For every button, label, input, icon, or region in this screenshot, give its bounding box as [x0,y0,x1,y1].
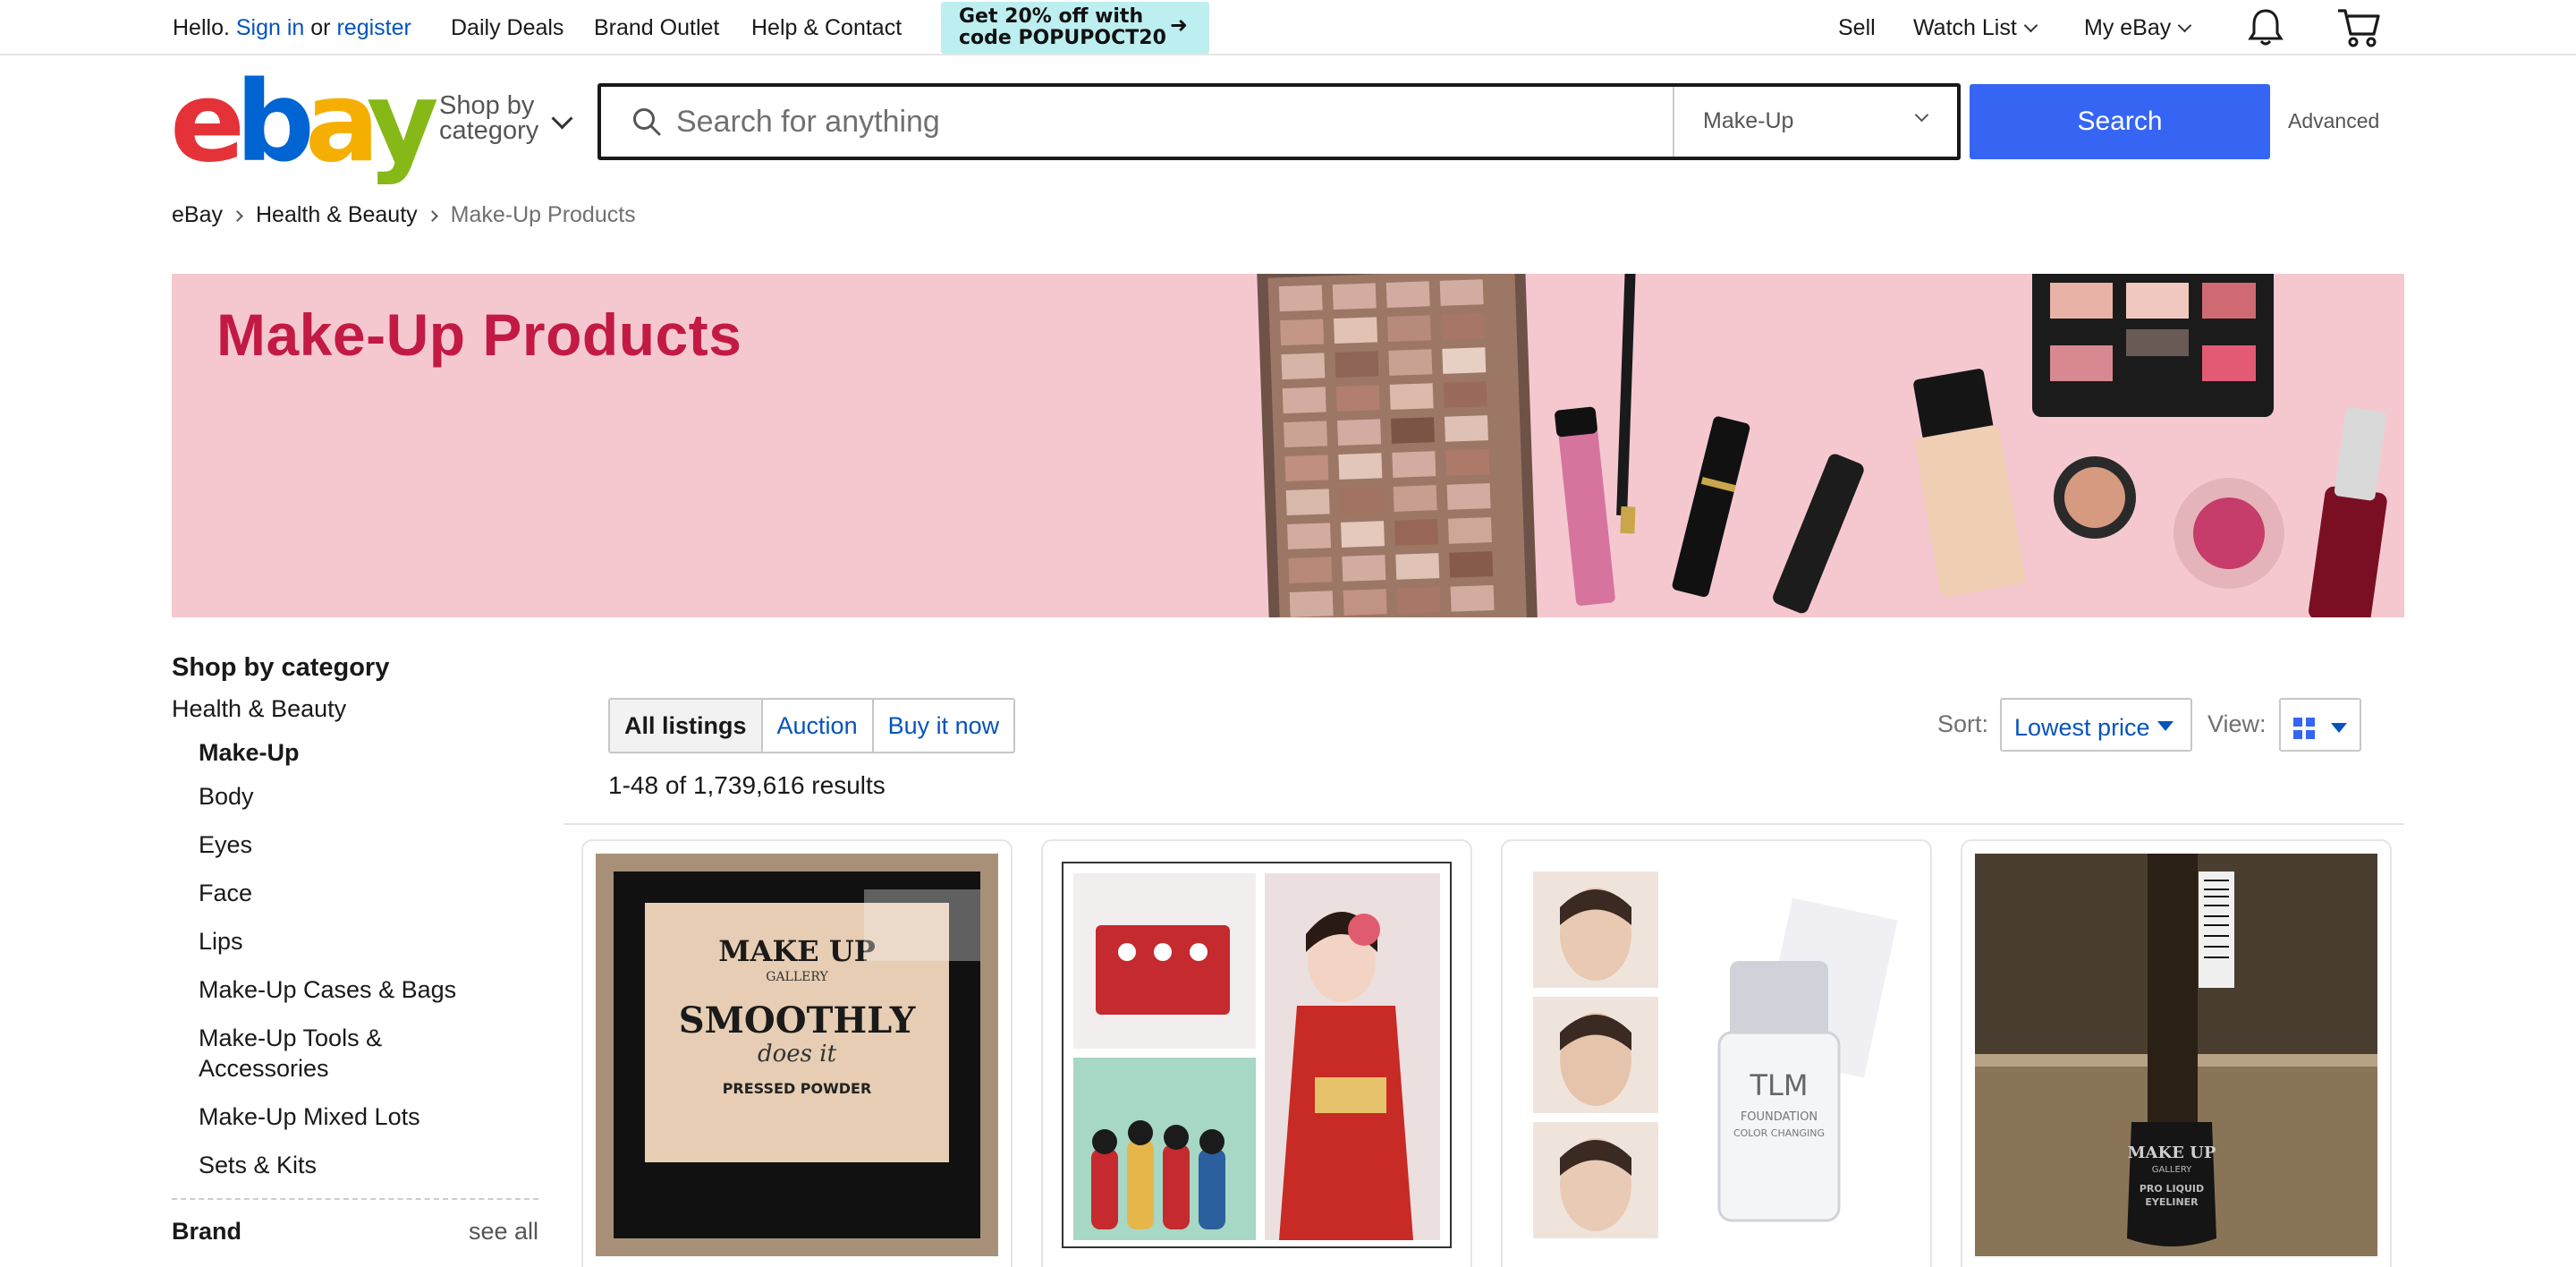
brand-heading: Brand [172,1218,242,1245]
watch-list-menu[interactable]: Watch List [1913,14,2038,41]
product-card[interactable]: MAKE UP GALLERY SMOOTHLY does it PRESSED… [581,839,1013,1267]
sidebar-heading: Shop by category [172,653,390,682]
sidebar-item-cases-bags[interactable]: Make-Up Cases & Bags [172,974,538,1005]
view-label: View: [2207,710,2267,737]
arrow-right-icon: ➜ [1169,13,1188,38]
product-image-liquid-eyeliner: MAKE UP GALLERY PRO LIQUID EYELINER [1975,854,2377,1256]
or-text: or [310,15,331,40]
caret-down-icon [2331,723,2347,733]
sidebar-item-mixed-lots[interactable]: Make-Up Mixed Lots [172,1101,538,1132]
product-image-text: PRO LIQUID [2140,1183,2204,1195]
chevron-down-icon [2177,18,2192,33]
view-dropdown[interactable] [2279,698,2361,752]
product-image-text: MAKE UP [718,934,876,968]
product-image-text: COLOR CHANGING [1733,1127,1825,1139]
shop-by-category-button[interactable]: Shop by category [439,91,539,145]
breadcrumb-current: Make-Up Products [450,202,636,227]
hello-text: Hello. [173,15,230,40]
sidebar-item-face[interactable]: Face [172,878,538,908]
category-select[interactable]: Make-Up [1673,87,1957,157]
listing-type-tabs: All listings Auction Buy it now [608,698,1016,753]
see-all-link[interactable]: see all [469,1218,538,1246]
category-sidebar: Shop by category Health & Beauty Make-Up… [172,653,538,1246]
advanced-search-link[interactable]: Advanced [2288,109,2379,133]
help-contact-link[interactable]: Help & Contact [751,14,902,41]
sidebar-item-body[interactable]: Body [172,781,538,812]
tab-buy-it-now[interactable]: Buy it now [873,700,1014,752]
sidebar-item-sets-kits[interactable]: Sets & Kits [172,1150,538,1180]
breadcrumb-item-health-beauty[interactable]: Health & Beauty [256,202,418,227]
shop-by-line-1: Shop by [439,91,535,120]
greeting: Hello. Sign in or register [173,14,411,41]
chevron-right-icon [232,210,243,222]
search-input[interactable] [676,87,1642,157]
my-ebay-label: My eBay [2084,15,2172,40]
tab-auction[interactable]: Auction [762,700,874,752]
chevron-right-icon [426,210,438,222]
top-utility-bar: Hello. Sign in or register Daily Deals B… [0,0,2576,55]
sort-dropdown[interactable]: Lowest price [2000,698,2192,752]
product-image-text: MAKE UP [2128,1144,2216,1162]
product-image-tlm-foundation: TLM FOUNDATION COLOR CHANGING [1515,854,1918,1256]
product-image-text: EYELINER [2145,1196,2199,1208]
sidebar-item-eyes[interactable]: Eyes [172,829,538,860]
grid-view-icon [2293,718,2315,739]
category-banner: Make-Up Products [172,274,2404,617]
promo-banner[interactable]: Get 20% off with code POPUPOCT20 ➜ [941,2,1209,54]
search-bar: Make-Up [597,83,1961,160]
sidebar-item-tools-accessories[interactable]: Make-Up Tools & Accessories [172,1023,440,1084]
caret-down-icon [2157,721,2174,731]
sign-in-link[interactable]: Sign in [236,15,304,40]
brand-outlet-link[interactable]: Brand Outlet [594,14,719,41]
product-card[interactable]: TLM FOUNDATION COLOR CHANGING [1501,839,1932,1267]
breadcrumb-item-ebay[interactable]: eBay [172,202,223,227]
cart-icon[interactable] [2336,5,2381,48]
ebay-logo[interactable]: ebay [170,67,439,178]
chevron-down-icon[interactable] [551,107,573,130]
watch-list-label: Watch List [1913,15,2017,40]
search-icon [633,108,661,136]
product-image-text: FOUNDATION [1741,1110,1818,1124]
product-card[interactable] [1041,839,1472,1267]
chevron-down-icon [2023,18,2038,33]
results-count: 1-48 of 1,739,616 results [608,771,886,799]
results-divider [564,823,2404,825]
sidebar-item-health-beauty[interactable]: Health & Beauty [172,695,538,723]
notification-bell-icon[interactable] [2247,7,2284,47]
product-image-kokeshi-lipstick [1055,854,1458,1256]
makeup-products-image [1257,274,2387,617]
sidebar-item-lips[interactable]: Lips [172,926,538,957]
product-image-text: PRESSED POWDER [723,1080,872,1097]
product-image-pressed-powder: MAKE UP GALLERY SMOOTHLY does it PRESSED… [596,854,998,1256]
product-image-text: GALLERY [766,970,828,984]
product-card[interactable]: MAKE UP GALLERY PRO LIQUID EYELINER [1961,839,2392,1267]
page-title: Make-Up Products [216,302,742,368]
product-image-text: TLM [1750,1068,1809,1102]
shop-by-line-2: category [439,116,539,145]
register-link[interactable]: register [336,15,411,40]
sell-link[interactable]: Sell [1838,14,1876,41]
sort-value: Lowest price [2014,714,2150,741]
sidebar-item-make-up: Make-Up [199,739,300,766]
breadcrumb: eBay Health & Beauty Make-Up Products [172,201,636,228]
search-button[interactable]: Search [1970,84,2270,159]
sort-label: Sort: [1937,710,1989,737]
category-select-value: Make-Up [1703,108,1794,133]
daily-deals-link[interactable]: Daily Deals [451,14,564,41]
brand-filter-header: Brand see all [172,1200,538,1246]
product-image-text: SMOOTHLY [679,999,916,1042]
product-image-text: does it [758,1041,837,1067]
product-image-text: GALLERY [2152,1165,2192,1175]
chevron-down-icon [1914,107,1929,123]
my-ebay-menu[interactable]: My eBay [2084,14,2192,41]
tab-all-listings[interactable]: All listings [610,700,763,752]
